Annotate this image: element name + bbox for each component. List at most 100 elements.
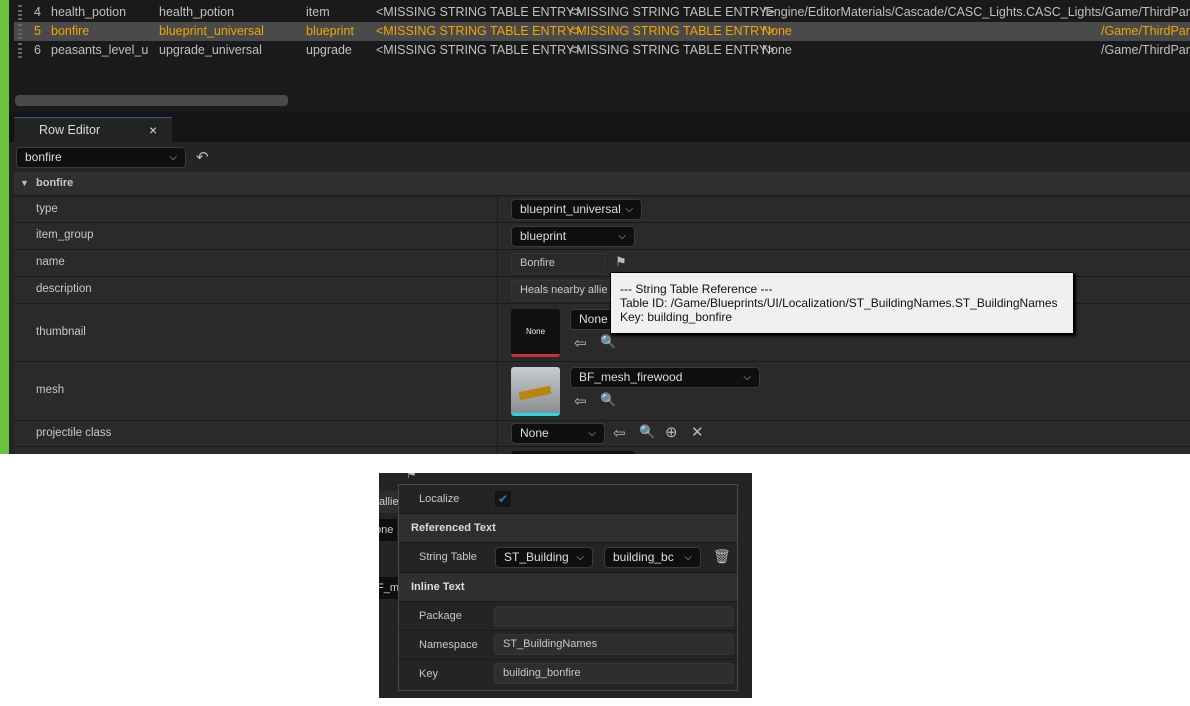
dropdown-value: None [579, 312, 608, 326]
localization-popup-screenshot: allie one F_me ⚑ Localize ✔ Referenced T… [379, 473, 752, 698]
mesh-dropdown[interactable]: BF_mesh_firewood ⌵ [570, 367, 760, 388]
row-name: health_potion [51, 5, 127, 19]
chevron-down-icon: ⌵ [588, 428, 596, 439]
item-group-dropdown[interactable]: blueprint ⌵ [511, 226, 635, 247]
cell: <MISSING STRING TABLE ENTRY> [376, 24, 582, 38]
tab-label: Row Editor [39, 123, 101, 137]
referenced-text-header: Referenced Text [399, 514, 737, 543]
row-select-value: bonfire [25, 150, 62, 164]
header-label: Referenced Text [411, 522, 496, 534]
field-value: building_bonfire [503, 667, 581, 679]
cell: upgrade_universal [159, 43, 262, 57]
namespace-field[interactable]: ST_BuildingNames [494, 634, 734, 655]
row-name: peasants_level_u [51, 43, 149, 57]
cell: upgrade [306, 43, 352, 57]
property-row-partial [14, 447, 1190, 454]
localize-row: Localize ✔ [399, 485, 737, 514]
tab-row-editor[interactable]: Row Editor × [14, 117, 172, 142]
cell: /Game/ThirdPar [1101, 5, 1190, 19]
projectile-class-dropdown[interactable]: None ⌵ [511, 423, 605, 444]
trash-icon[interactable]: 🗑 [713, 548, 731, 565]
clear-icon[interactable]: ✕ [691, 423, 704, 441]
text-localization-popup: Localize ✔ Referenced Text String Table … [398, 484, 738, 691]
header-label: Inline Text [411, 581, 465, 593]
cell: <MISSING STRING TABLE ENTRY> [376, 5, 582, 19]
cell: item [306, 5, 330, 19]
data-table-editor: 4 health_potion health_potion item <MISS… [0, 0, 1190, 454]
browse-icon[interactable]: 🔍 [600, 334, 616, 350]
use-selected-icon[interactable]: ⇦ [613, 424, 626, 442]
cell: <MISSING STRING TABLE ENTRY> [569, 24, 775, 38]
property-row-type: type blueprint_universal ⌵ [14, 197, 1190, 223]
property-label: type [36, 203, 58, 215]
bg-text: one [379, 524, 394, 536]
cell: None [762, 43, 792, 57]
use-selected-icon[interactable]: ⇦ [574, 334, 587, 352]
drag-handle[interactable] [18, 43, 22, 58]
cell: blueprint_universal [159, 24, 264, 38]
flag-icon[interactable]: ⚑ [615, 254, 627, 270]
drag-handle[interactable] [18, 24, 22, 39]
string-key-dropdown[interactable]: building_bc ⌵ [604, 547, 701, 568]
string-table-dropdown[interactable]: ST_Building ⌵ [495, 547, 593, 568]
browse-icon[interactable]: 🔍 [639, 424, 655, 440]
firewood-image [518, 385, 552, 401]
row-number: 6 [34, 43, 41, 57]
string-table-tooltip: --- String Table Reference --- Table ID:… [610, 272, 1074, 334]
field-value: Bonfire [520, 257, 555, 269]
dropdown-value: blueprint_universal [520, 202, 621, 216]
namespace-label: Namespace [419, 639, 478, 651]
dropdown-value: BF_mesh_firewood [579, 370, 683, 384]
close-icon[interactable]: × [149, 122, 157, 138]
package-field[interactable] [494, 606, 734, 627]
cell: <MISSING STRING TABLE ENTRY> [376, 43, 582, 57]
browse-icon[interactable]: 🔍 [600, 392, 616, 408]
cell: <MISSING STRING TABLE ENTRY> [569, 5, 775, 19]
table-row[interactable]: 4 health_potion health_potion item <MISS… [14, 3, 1190, 22]
property-label: mesh [36, 384, 65, 396]
section-label: bonfire [36, 177, 74, 189]
cell: blueprint [306, 24, 354, 38]
package-label: Package [419, 610, 462, 622]
chevron-down-icon: ⌵ [576, 548, 584, 567]
bg-fragment: F_me [379, 577, 399, 599]
namespace-row: Namespace ST_BuildingNames [399, 631, 737, 660]
localize-label: Localize [419, 493, 460, 505]
cell: <MISSING STRING TABLE ENTRY> [569, 43, 775, 57]
row-number: 5 [34, 24, 41, 38]
cell: health_potion [159, 5, 235, 19]
dropdown[interactable] [511, 451, 635, 454]
use-selected-icon[interactable]: ⇦ [574, 392, 587, 410]
section-header-bonfire[interactable]: ▼ bonfire [14, 172, 1190, 196]
string-table-row: String Table ST_Building ⌵ building_bc ⌵ 🗑 [399, 543, 737, 573]
row-number: 4 [34, 5, 41, 19]
drag-handle[interactable] [18, 5, 22, 20]
cell: /Game/ThirdPar [1101, 24, 1190, 38]
bg-fragment: one [379, 519, 397, 541]
dropdown-value: building_bc [613, 550, 674, 564]
row-name: bonfire [51, 24, 90, 38]
collapse-arrow-icon[interactable]: ▼ [20, 178, 29, 188]
table-row[interactable]: 6 peasants_level_u upgrade_universal upg… [14, 41, 1190, 60]
description-text-field[interactable]: Heals nearby allie [511, 280, 621, 301]
chevron-down-icon: ⌵ [684, 548, 692, 567]
name-text-field[interactable]: Bonfire [511, 253, 605, 274]
key-label: Key [419, 668, 438, 680]
mesh-thumbnail[interactable] [511, 367, 560, 416]
key-field[interactable]: building_bonfire [494, 663, 734, 684]
add-icon[interactable]: ⊕ [665, 423, 678, 441]
localize-checkbox[interactable]: ✔ [495, 491, 511, 507]
table-row-selected[interactable]: 5 bonfire blueprint_universal blueprint … [14, 22, 1190, 41]
row-select-dropdown[interactable]: bonfire ⌵ [16, 147, 186, 168]
dropdown-value: blueprint [520, 229, 567, 243]
type-dropdown[interactable]: blueprint_universal ⌵ [511, 199, 642, 220]
inline-text-header: Inline Text [399, 573, 737, 602]
thumbnail-preview[interactable]: None [511, 309, 560, 357]
property-row-projectile-class: projectile class None ⌵ ⇦ 🔍 ⊕ ✕ [14, 421, 1190, 447]
horizontal-scrollbar[interactable] [15, 95, 288, 106]
dropdown-value: None [520, 426, 549, 440]
field-value: Heals nearby allie [520, 284, 608, 296]
cell: None [762, 24, 792, 38]
property-label: projectile class [36, 427, 112, 439]
undo-icon[interactable]: ↶ [196, 148, 209, 166]
